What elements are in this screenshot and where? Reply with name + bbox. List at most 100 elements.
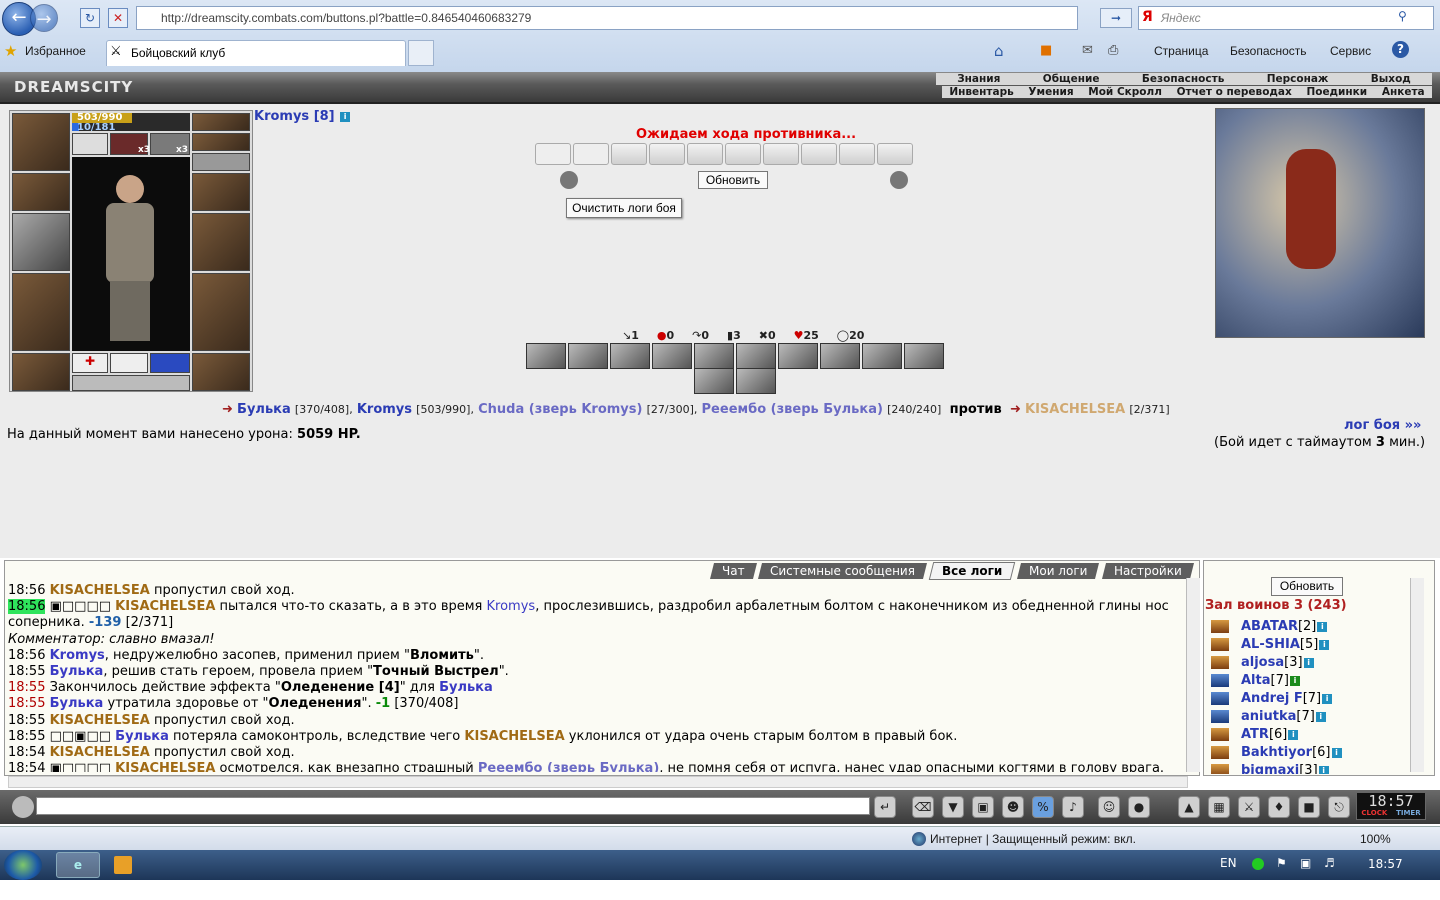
inventory-icon[interactable]: ▦ [1208, 796, 1230, 818]
player-name-link[interactable]: Kromys [8] i [254, 109, 351, 124]
menu-profile[interactable]: Анкета [1382, 86, 1425, 98]
tab-chat[interactable]: Чат [710, 563, 757, 579]
tab-active[interactable]: Бойцовский клуб [106, 40, 406, 66]
forward-button[interactable]: → [30, 4, 58, 32]
info-icon[interactable]: i [1315, 711, 1326, 722]
pants-slot[interactable] [192, 273, 250, 351]
menu-inventory[interactable]: Инвентарь [949, 86, 1013, 98]
info-icon[interactable]: i [1322, 693, 1333, 704]
online-user[interactable]: Bakhtiyor[6] i [1205, 744, 1410, 762]
online-user[interactable]: Alta[7] i [1205, 672, 1410, 690]
people-icon[interactable]: ☻ [1002, 796, 1024, 818]
skill-button[interactable] [736, 343, 776, 369]
battle-icon[interactable]: ⚔ [1238, 796, 1260, 818]
media-taskbar-icon[interactable] [114, 856, 132, 874]
pet-slot[interactable] [72, 133, 108, 155]
help-icon[interactable]: ? [1392, 41, 1409, 58]
online-refresh-button[interactable]: Обновить [1271, 577, 1343, 596]
skill-button[interactable] [526, 343, 566, 369]
online-user[interactable]: ABATAR[2] i [1205, 618, 1410, 636]
rune-slot-1[interactable] [110, 353, 148, 373]
info-icon[interactable]: i [1318, 765, 1329, 774]
online-user[interactable]: AL-SHIA[5] i [1205, 636, 1410, 654]
skill-button[interactable] [778, 343, 818, 369]
filter-icon[interactable]: ▼ [942, 796, 964, 818]
necklace-slot[interactable] [12, 173, 70, 211]
fighter-kromys[interactable]: Kromys [357, 402, 412, 417]
info-icon[interactable]: i [1303, 657, 1314, 668]
helmet-slot[interactable] [12, 113, 70, 171]
move-icon[interactable]: ▲ [1178, 796, 1200, 818]
log-h-scrollbar[interactable] [8, 776, 1188, 788]
belt-slot[interactable] [12, 353, 70, 391]
skill-button[interactable] [862, 343, 902, 369]
menu-security[interactable]: Безопасность [1230, 44, 1307, 58]
sound-icon[interactable]: ♪ [1062, 796, 1084, 818]
ie-taskbar-icon[interactable]: e [56, 852, 100, 878]
chat-input[interactable] [36, 797, 870, 815]
online-user[interactable]: aljosa[3] i [1205, 654, 1410, 672]
clear-icon[interactable]: ⌫ [912, 796, 934, 818]
lock-icon[interactable]: ■ [1298, 796, 1320, 818]
menu-communication[interactable]: Общение [1043, 73, 1100, 85]
menu-security-game[interactable]: Безопасность [1142, 73, 1224, 85]
menu-battles[interactable]: Поединки [1306, 86, 1367, 98]
skill-button[interactable] [736, 368, 776, 394]
skill-button[interactable] [610, 343, 650, 369]
rss-icon[interactable]: ■ [1040, 43, 1052, 58]
online-user[interactable]: Andrej F[7] i [1205, 690, 1410, 708]
info-icon[interactable]: i [1331, 747, 1342, 758]
info-icon[interactable]: i [1289, 675, 1300, 686]
menu-transfers[interactable]: Отчет о переводах [1177, 86, 1292, 98]
rune-slot-2[interactable] [150, 353, 190, 373]
start-button[interactable] [4, 850, 42, 880]
translit-icon[interactable]: % [1032, 796, 1054, 818]
boots-slot[interactable] [192, 353, 250, 391]
fighter-bulka[interactable]: Булька [237, 402, 291, 417]
skill-button[interactable] [652, 343, 692, 369]
network-icon[interactable]: ▣ [1300, 856, 1311, 870]
online-scrollbar[interactable] [1410, 578, 1424, 772]
send-icon[interactable]: ↵ [874, 796, 896, 818]
tab-settings[interactable]: Настройки [1101, 563, 1194, 579]
favorites-button[interactable]: Избранное [25, 44, 86, 58]
search-icon[interactable]: ⚲ [1398, 9, 1407, 23]
medkit-icon[interactable]: ✚ [72, 353, 108, 373]
fighter-reeembo[interactable]: Рееембо (зверь Булька) [702, 402, 883, 417]
address-bar[interactable]: http://dreamscity.combats.com/buttons.pl… [136, 6, 1078, 30]
online-user[interactable]: bigmaxi[3] i [1205, 762, 1410, 774]
info-icon[interactable]: i [1317, 621, 1328, 632]
weapon-slot[interactable] [12, 213, 70, 271]
clock-label[interactable]: CLOCK [1361, 809, 1387, 817]
go-button[interactable]: ➞ [1100, 8, 1132, 28]
gloves-slot[interactable] [192, 173, 250, 211]
menu-exit[interactable]: Выход [1371, 73, 1411, 85]
tray-icon[interactable] [1252, 858, 1264, 870]
shield-slot[interactable] [192, 213, 250, 271]
print-icon[interactable]: ⎙ [1108, 43, 1118, 58]
fighter-chuda[interactable]: Chuda (зверь Kromys) [478, 402, 642, 417]
skill-button[interactable] [904, 343, 944, 369]
taskbar-clock[interactable]: 18:57 [1368, 857, 1403, 871]
menu-character[interactable]: Персонаж [1267, 73, 1329, 85]
new-tab-button[interactable] [408, 40, 434, 66]
armor-slot[interactable] [12, 273, 70, 351]
language-indicator[interactable]: EN [1220, 856, 1237, 870]
tab-all-logs[interactable]: Все логи [928, 562, 1016, 580]
save-icon[interactable]: ▣ [972, 796, 994, 818]
chat-mode-icon[interactable] [12, 796, 34, 818]
tab-my-logs[interactable]: Мои логи [1017, 563, 1100, 579]
menu-skills[interactable]: Умения [1028, 86, 1073, 98]
mask-icon[interactable]: ● [1128, 796, 1150, 818]
skill-button[interactable] [694, 368, 734, 394]
mail-icon[interactable]: ✉ [1082, 43, 1093, 58]
timer-label[interactable]: TIMER [1396, 809, 1421, 817]
volume-icon[interactable]: ♬ [1324, 856, 1335, 870]
skill-button[interactable] [568, 343, 608, 369]
exit-icon[interactable]: ⎋ [1328, 796, 1350, 818]
menu-knowledge[interactable]: Знания [957, 73, 1000, 85]
earrings-slot[interactable] [192, 113, 250, 131]
search-input[interactable]: Яндекс [1138, 6, 1434, 30]
smile-icon[interactable]: ☺ [1098, 796, 1120, 818]
log-scrollbar[interactable] [1186, 578, 1200, 772]
